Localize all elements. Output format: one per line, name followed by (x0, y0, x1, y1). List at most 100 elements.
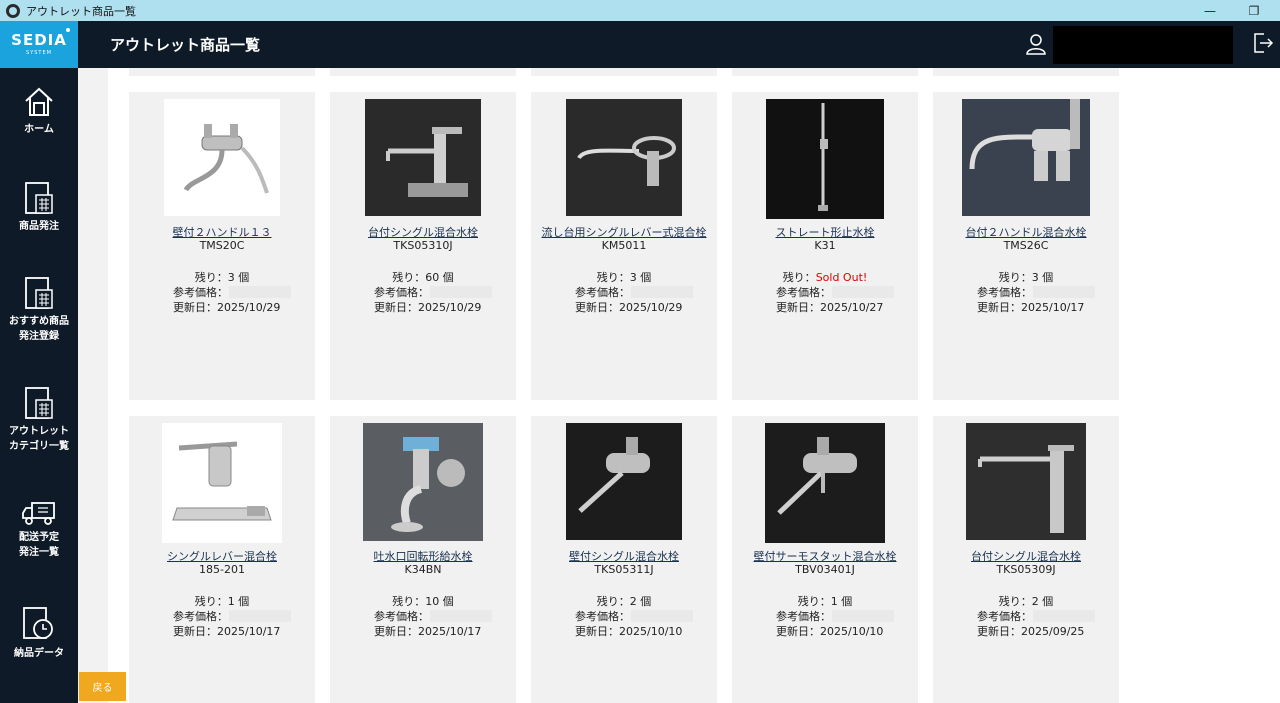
product-updated: 更新日：2025/10/10 (575, 625, 683, 638)
sold-out-badge: Sold Out! (815, 271, 868, 284)
sidebar-item-delivery-data[interactable]: 納品データ (0, 606, 78, 661)
price-masked (229, 286, 291, 298)
outlet-category-icon (25, 387, 53, 419)
product-updated: 更新日：2025/10/17 (173, 625, 281, 638)
product-stock: 残り：1 個 (797, 595, 853, 608)
product-name-link[interactable]: ストレート形止水栓 (732, 224, 918, 240)
product-stock: 残り：3 個 (998, 271, 1054, 284)
sidebar-item-label: 商品発注 (19, 221, 59, 232)
product-image[interactable] (164, 99, 280, 216)
product-card[interactable]: 壁付シングル混合水栓 TKS05311J 残り：2 個 参考価格： 更新日：20… (531, 416, 717, 703)
sidebar-item-order[interactable]: 商品発注 (0, 181, 78, 234)
price-masked (430, 286, 492, 298)
product-image[interactable] (365, 99, 481, 216)
logo-sub: SYSTEM (26, 50, 52, 56)
faucet-image (172, 441, 272, 521)
product-image[interactable] (566, 423, 682, 540)
product-stock: 残り：60 個 (392, 271, 454, 284)
product-card-partial (531, 68, 717, 76)
product-price-label: 参考価格： (977, 286, 1032, 299)
price-masked (229, 610, 291, 622)
product-code: TKS05311J (594, 563, 654, 576)
faucet-image (578, 437, 650, 513)
product-image[interactable] (966, 423, 1086, 540)
product-image[interactable] (363, 423, 483, 541)
product-price-label: 参考価格： (173, 286, 228, 299)
product-stock: 残り：10 個 (392, 595, 454, 608)
product-code: 185-201 (199, 563, 245, 576)
product-code: K31 (814, 239, 836, 252)
price-masked (1033, 286, 1095, 298)
product-card[interactable]: シングルレバー混合栓 185-201 残り：1 個 参考価格： 更新日：2025… (129, 416, 315, 703)
sidebar-item-label: ホーム (24, 124, 54, 135)
product-card[interactable]: 台付シングル混合水栓 TKS05309J 残り：2 個 参考価格： 更新日：20… (933, 416, 1119, 703)
product-code: KM5011 (601, 239, 647, 252)
faucet-image (818, 103, 828, 211)
window-title: アウトレット商品一覧 (26, 4, 136, 18)
app-header: SEDIA SYSTEM アウトレット商品一覧 (0, 21, 1280, 68)
faucet-image (391, 437, 465, 532)
product-image[interactable] (566, 99, 682, 216)
product-name-link[interactable]: 台付シングル混合水栓 (933, 548, 1119, 564)
product-grid-area[interactable]: 壁付２ハンドル１３ TMS20C 残り：3 個 参考価格： 更新日：2025/1… (78, 68, 1280, 703)
product-image[interactable] (962, 99, 1090, 216)
sidebar-item-delivery-orders[interactable]: 配送予定 発注一覧 (0, 500, 78, 560)
product-name-link[interactable]: 壁付シングル混合水栓 (531, 548, 717, 564)
price-masked (631, 610, 693, 622)
product-card-partial (933, 68, 1119, 76)
product-updated: 更新日：2025/10/29 (173, 301, 281, 314)
price-masked (631, 286, 693, 298)
product-updated: 更新日：2025/10/29 (374, 301, 482, 314)
product-name-link[interactable]: シングルレバー混合栓 (129, 548, 315, 564)
product-stock: 残り：1 個 (194, 595, 250, 608)
price-masked (430, 610, 492, 622)
product-card[interactable]: ストレート形止水栓 K31 残り：Sold Out! 参考価格： 更新日：202… (732, 92, 918, 400)
product-image[interactable] (765, 423, 885, 543)
product-name-link[interactable]: 台付シングル混合水栓 (330, 224, 516, 240)
product-code: TKS05310J (393, 239, 453, 252)
product-card[interactable]: 吐水口回転形給水栓 K34BN 残り：10 個 参考価格： 更新日：2025/1… (330, 416, 516, 703)
product-card[interactable]: 台付シングル混合水栓 TKS05310J 残り：60 個 参考価格： 更新日：2… (330, 92, 516, 400)
product-updated: 更新日：2025/10/27 (776, 301, 884, 314)
product-updated: 更新日：2025/09/25 (977, 625, 1085, 638)
home-icon (25, 87, 53, 116)
minimize-button[interactable]: — (1190, 0, 1230, 21)
product-name-link[interactable]: 壁付サーモスタット混合水栓 (732, 548, 918, 564)
product-updated: 更新日：2025/10/17 (977, 301, 1085, 314)
delivery-data-icon (23, 607, 53, 639)
sidebar: ホーム 商品発注 おすすめ商品 発注登録 アウトレット カテゴリ一覧 配送予定 … (0, 68, 78, 703)
sidebar-item-outlet-category[interactable]: アウトレット カテゴリ一覧 (0, 386, 78, 454)
logout-icon[interactable] (1252, 32, 1274, 54)
product-stock: 残り：3 個 (596, 271, 652, 284)
product-card[interactable]: 壁付２ハンドル１３ TMS20C 残り：3 個 参考価格： 更新日：2025/1… (129, 92, 315, 400)
restore-button[interactable]: ❐ (1234, 0, 1274, 21)
window-titlebar: アウトレット商品一覧 — ❐ (0, 0, 1280, 21)
sidebar-item-label: 配送予定 発注一覧 (19, 532, 59, 558)
logo-brand: SEDIA (11, 31, 67, 49)
product-price-label: 参考価格： (776, 286, 831, 299)
product-updated: 更新日：2025/10/29 (575, 301, 683, 314)
product-name-link[interactable]: 台付２ハンドル混合水栓 (933, 224, 1119, 240)
logo[interactable]: SEDIA SYSTEM (0, 21, 78, 68)
product-code: TMS26C (1003, 239, 1049, 252)
product-code: TBV03401J (795, 563, 855, 576)
product-name-link[interactable]: 流し台用シングルレバー式混合栓 (531, 224, 717, 240)
product-name-link[interactable]: 壁付２ハンドル１３ (129, 224, 315, 240)
product-card[interactable]: 台付２ハンドル混合水栓 TMS26C 残り：3 個 参考価格： 更新日：2025… (933, 92, 1119, 400)
price-masked (832, 610, 894, 622)
product-image[interactable] (766, 99, 884, 219)
user-icon[interactable] (1024, 32, 1048, 56)
product-name-link[interactable]: 吐水口回転形給水栓 (330, 548, 516, 564)
product-price-label: 参考価格： (776, 610, 831, 623)
product-image[interactable] (162, 423, 282, 543)
back-button[interactable]: 戻る (79, 672, 126, 701)
product-card[interactable]: 壁付サーモスタット混合水栓 TBV03401J 残り：1 個 参考価格： 更新日… (732, 416, 918, 703)
faucet-image (777, 437, 857, 515)
sidebar-item-home[interactable]: ホーム (0, 86, 78, 137)
product-card[interactable]: 流し台用シングルレバー式混合栓 KM5011 残り：3 個 参考価格： 更新日：… (531, 92, 717, 400)
price-masked (832, 286, 894, 298)
sidebar-item-recommend-order[interactable]: おすすめ商品 発注登録 (0, 276, 78, 344)
faucet-image (183, 123, 269, 194)
product-stock: 残り：2 個 (998, 595, 1054, 608)
app-icon (6, 3, 20, 18)
